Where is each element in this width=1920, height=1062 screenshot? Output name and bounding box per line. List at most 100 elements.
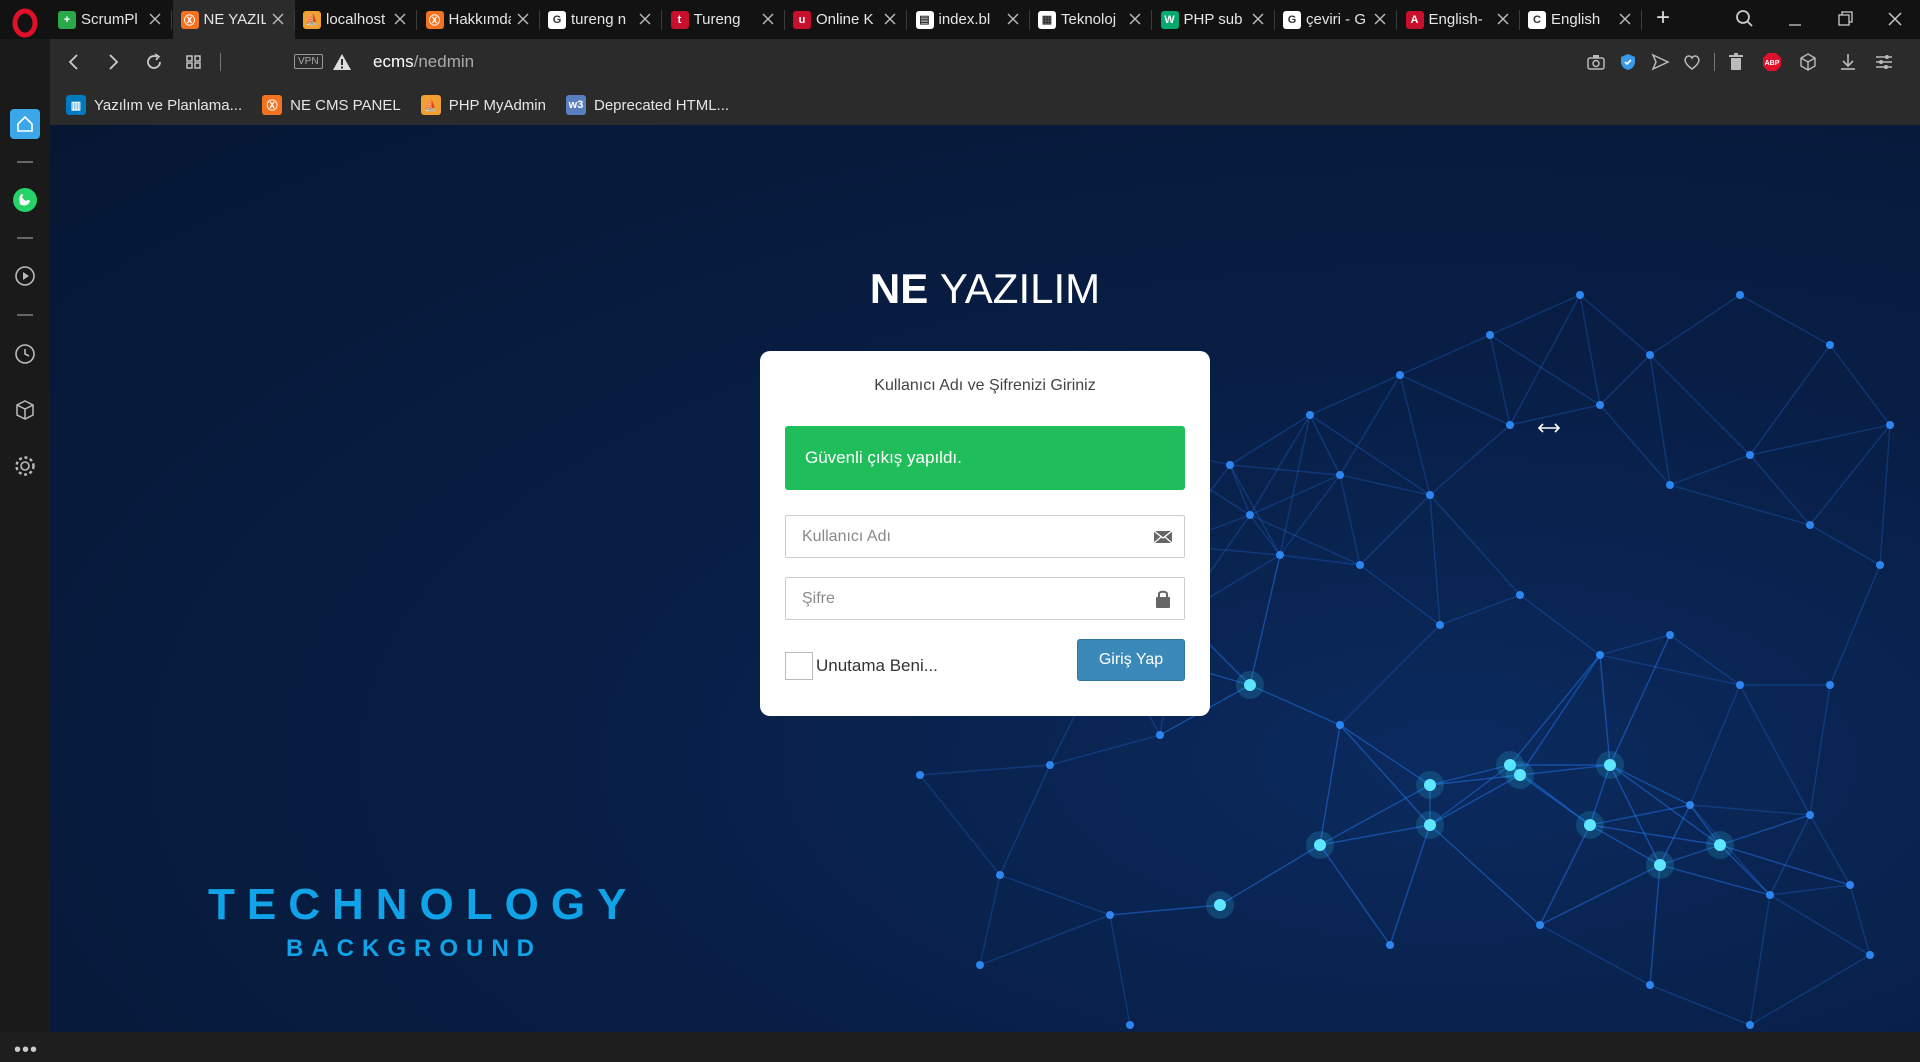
- remember-me-label[interactable]: Unutama Beni...: [816, 656, 938, 676]
- w3-icon: W: [1160, 10, 1179, 29]
- bookmark-item[interactable]: ⛵ PHP MyAdmin: [420, 95, 546, 115]
- close-tab-icon[interactable]: [1126, 10, 1144, 28]
- remember-me-checkbox[interactable]: [785, 652, 813, 680]
- tab[interactable]: u Online K: [785, 0, 907, 39]
- scrum-icon: +: [58, 10, 76, 29]
- history-icon[interactable]: [10, 339, 40, 369]
- tab-bar: + ScrumPl Ⓧ NE YAZIL ⛵ localhost Ⓧ Hakkımda Gtur…: [0, 0, 1920, 39]
- tab[interactable]: ▤ index.bl: [908, 0, 1030, 39]
- heart-icon[interactable]: [1680, 50, 1704, 74]
- easy-setup-icon[interactable]: [1872, 50, 1896, 74]
- sidebar-divider: [17, 314, 33, 316]
- trello-icon: ▥: [66, 95, 86, 115]
- bookmark-item[interactable]: w3 Deprecated HTML...: [565, 95, 729, 115]
- player-icon[interactable]: [10, 261, 40, 291]
- close-tab-icon[interactable]: [391, 10, 409, 28]
- cube-icon[interactable]: [1796, 50, 1820, 74]
- tab[interactable]: Ⓧ NE YAZIL: [172, 0, 295, 39]
- speed-dial-icon[interactable]: [182, 50, 206, 74]
- tab-label: Tureng: [693, 11, 741, 28]
- tab[interactable]: Ⓧ Hakkımda: [418, 0, 540, 39]
- tab[interactable]: Gçeviri - G: [1275, 0, 1397, 39]
- background-subtitle-text: BACKGROUND: [286, 935, 542, 962]
- close-tab-icon[interactable]: [1004, 10, 1022, 28]
- xampp-icon: Ⓧ: [425, 10, 444, 29]
- username-field: [785, 515, 1185, 558]
- tab-label: tureng n: [571, 11, 627, 28]
- tab[interactable]: A English-: [1398, 0, 1520, 39]
- tab[interactable]: W PHP sub: [1153, 0, 1275, 39]
- reverso-icon: A: [1405, 10, 1424, 29]
- settings-gear-icon[interactable]: [10, 451, 40, 481]
- url-text[interactable]: ecms/nedmin: [373, 52, 474, 72]
- search-tabs-icon[interactable]: [1730, 6, 1760, 32]
- close-tab-icon[interactable]: [146, 10, 164, 28]
- new-tab-button[interactable]: +: [1650, 6, 1676, 32]
- send-icon[interactable]: [1648, 50, 1672, 74]
- close-window-icon[interactable]: [1880, 6, 1910, 32]
- tab-label: English: [1551, 11, 1601, 28]
- trash-icon[interactable]: [1724, 50, 1748, 74]
- tab[interactable]: ▦ Teknoloj: [1030, 0, 1152, 39]
- tab-separator: [1641, 10, 1642, 30]
- password-field: [785, 577, 1185, 620]
- password-input[interactable]: [786, 578, 1136, 619]
- tab-label: çeviri - G: [1306, 11, 1366, 28]
- home-icon[interactable]: [10, 109, 40, 139]
- tab[interactable]: Gtureng n: [540, 0, 662, 39]
- tab[interactable]: ⛵ localhost: [295, 0, 417, 39]
- minimize-icon[interactable]: [1780, 6, 1810, 32]
- tab-label: Teknoloj: [1061, 11, 1117, 28]
- adblock-icon[interactable]: ABP: [1760, 50, 1784, 74]
- whatsapp-icon[interactable]: [10, 185, 40, 215]
- background-tech-text: TECHNOLOGY: [208, 880, 639, 929]
- lock-icon: [1156, 590, 1170, 608]
- reload-icon[interactable]: [142, 50, 166, 74]
- tab-label: NE YAZIL: [203, 11, 266, 28]
- google-icon: G: [548, 10, 566, 29]
- bookmark-label: Yazılım ve Planlama...: [94, 96, 243, 114]
- sidebar: •••: [0, 39, 50, 1061]
- login-submit-button[interactable]: Giriş Yap: [1077, 639, 1185, 681]
- username-input[interactable]: [786, 516, 1136, 557]
- tab-label: ScrumPl: [81, 11, 138, 28]
- restore-icon[interactable]: [1830, 6, 1860, 32]
- close-tab-icon[interactable]: [1494, 10, 1512, 28]
- cambridge-icon: C: [1528, 10, 1546, 29]
- bookmark-label: PHP MyAdmin: [448, 96, 546, 114]
- bookmark-item[interactable]: Ⓧ NE CMS PANEL: [262, 95, 401, 115]
- forward-icon[interactable]: [101, 50, 125, 74]
- online-icon: u: [793, 10, 811, 29]
- tab[interactable]: t Tureng: [663, 0, 785, 39]
- vpn-badge[interactable]: VPN: [294, 54, 323, 69]
- tab-label: Hakkımda: [448, 11, 511, 28]
- bookmark-label: NE CMS PANEL: [290, 96, 401, 114]
- close-tab-icon[interactable]: [759, 10, 777, 28]
- more-options-icon[interactable]: •••: [14, 1039, 38, 1062]
- close-tab-icon[interactable]: [269, 10, 287, 28]
- tab[interactable]: + ScrumPl: [50, 0, 172, 39]
- back-icon[interactable]: [62, 50, 86, 74]
- download-icon[interactable]: [1836, 50, 1860, 74]
- phpmyadmin-icon: ⛵: [420, 95, 441, 115]
- tab[interactable]: C English: [1520, 0, 1642, 39]
- close-tab-icon[interactable]: [881, 10, 899, 28]
- xampp-icon: Ⓧ: [262, 95, 283, 115]
- close-tab-icon[interactable]: [1371, 10, 1389, 28]
- envelope-icon: [1153, 530, 1173, 544]
- snapshot-camera-icon[interactable]: [1584, 50, 1608, 74]
- bookmark-item[interactable]: ▥ Yazılım ve Planlama...: [66, 95, 242, 115]
- close-tab-icon[interactable]: [1616, 10, 1634, 28]
- extensions-icon[interactable]: [10, 395, 40, 425]
- shield-icon[interactable]: [1616, 50, 1640, 74]
- tab-label: index.bl: [938, 11, 991, 28]
- brand-logo: NE YAZILIM: [869, 265, 1101, 312]
- google-icon: G: [1283, 10, 1301, 29]
- close-tab-icon[interactable]: [1249, 10, 1267, 28]
- close-tab-icon[interactable]: [514, 10, 532, 28]
- close-tab-icon[interactable]: [636, 10, 654, 28]
- address-bar: VPN ecms/nedmin ABP: [50, 39, 1920, 85]
- warning-icon[interactable]: [330, 50, 354, 74]
- resize-cursor-icon: [1537, 423, 1561, 433]
- opera-logo-icon[interactable]: [10, 8, 40, 38]
